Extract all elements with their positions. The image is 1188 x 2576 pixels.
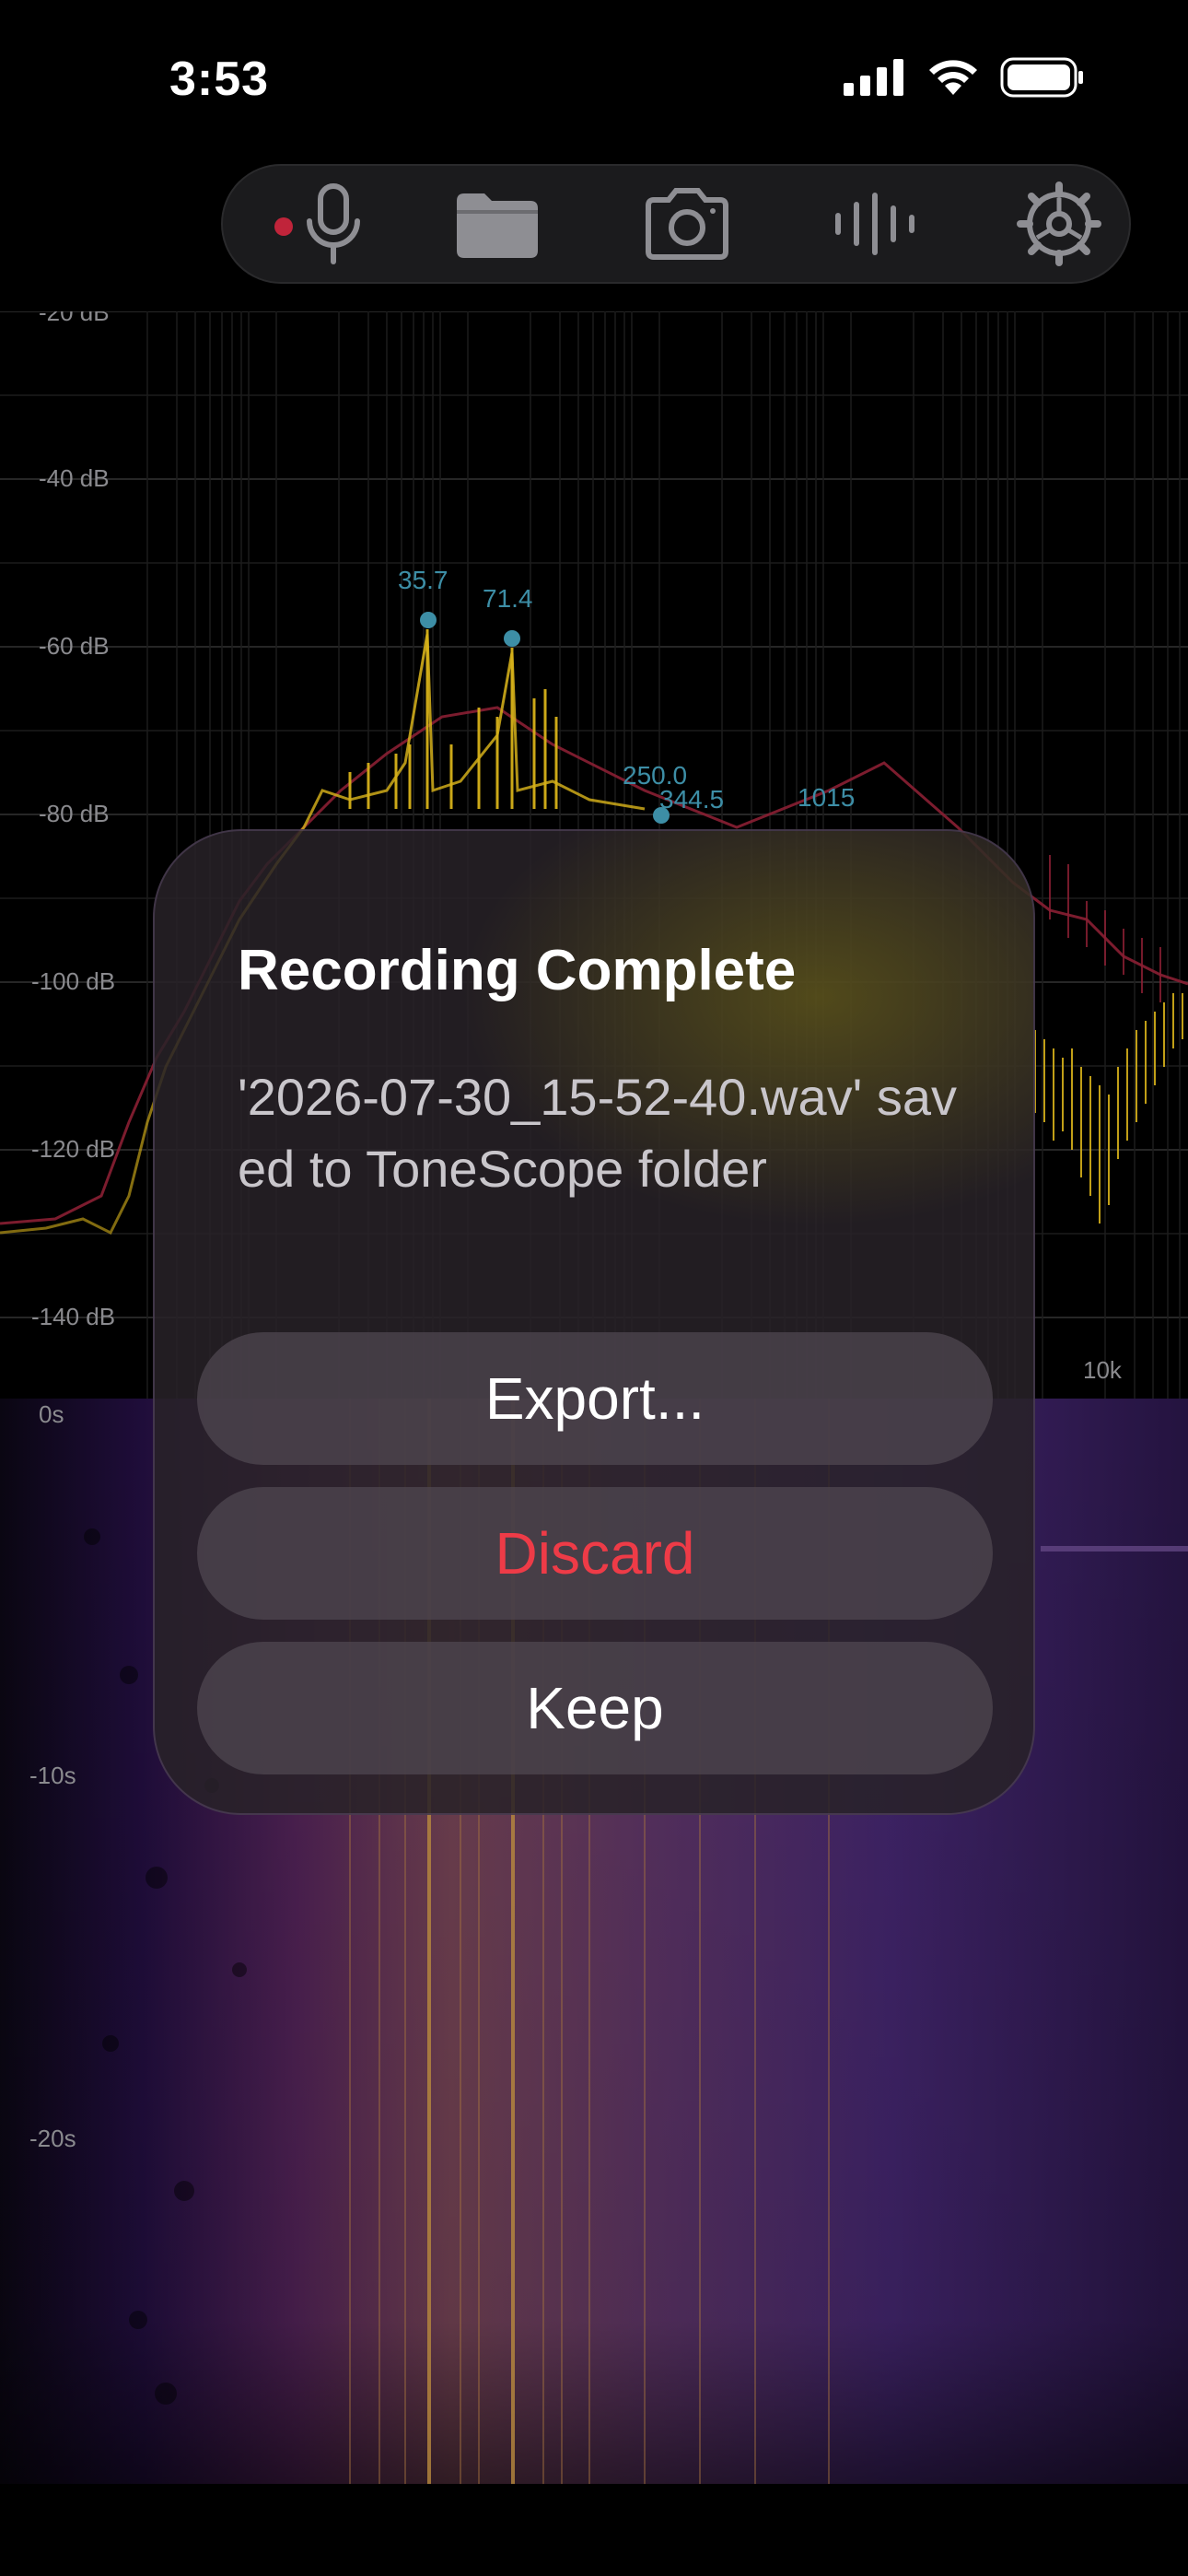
record-button[interactable] — [241, 166, 389, 282]
peak-label: 71.4 — [483, 584, 533, 613]
time-label-10s: -10s — [29, 1762, 76, 1789]
camera-icon — [646, 188, 728, 260]
toolbar — [221, 164, 1131, 284]
db-label-100: -100 dB — [31, 967, 116, 995]
db-label-20: -20 dB — [39, 311, 110, 326]
microphone-icon — [307, 183, 360, 264]
status-time: 3:53 — [169, 53, 270, 106]
recording-complete-dialog: Recording Complete '2026-07-30_15-52-40.… — [153, 829, 1035, 1815]
dialog-message: '2026-07-30_15-52-40.wav' saved to ToneS… — [238, 1068, 957, 1198]
peak-label: 1015 — [798, 783, 856, 812]
wifi-icon — [929, 60, 977, 95]
folder-icon — [457, 193, 538, 258]
discard-button[interactable]: Discard — [197, 1487, 993, 1620]
db-label-60: -60 dB — [39, 632, 110, 660]
bottom-bar — [0, 2484, 1188, 2576]
db-label-40: -40 dB — [39, 464, 110, 492]
db-label-80: -80 dB — [39, 800, 110, 827]
dialog-title: Recording Complete — [238, 939, 797, 1002]
settings-button[interactable] — [985, 166, 1133, 282]
freq-label-10k: 10k — [1083, 1356, 1122, 1384]
cellular-signal-icon — [844, 59, 903, 96]
waveform-icon — [835, 193, 914, 255]
waveform-button[interactable] — [801, 166, 949, 282]
time-label-20s: -20s — [29, 2125, 76, 2152]
peak-label: 35.7 — [398, 566, 448, 594]
export-button[interactable]: Export... — [197, 1332, 993, 1465]
battery-icon — [1000, 57, 1083, 98]
db-label-120: -120 dB — [31, 1135, 116, 1163]
folder-button[interactable] — [424, 166, 571, 282]
recording-indicator — [274, 217, 293, 236]
gear-icon — [1017, 181, 1101, 266]
keep-button[interactable]: Keep — [197, 1642, 993, 1774]
db-label-140: -140 dB — [31, 1303, 116, 1330]
status-bar: 3:53 — [0, 0, 1188, 157]
peak-label: 344.5 — [659, 785, 725, 814]
status-icons — [844, 57, 1085, 98]
time-label-0s: 0s — [39, 1400, 64, 1428]
camera-button[interactable] — [613, 166, 761, 282]
